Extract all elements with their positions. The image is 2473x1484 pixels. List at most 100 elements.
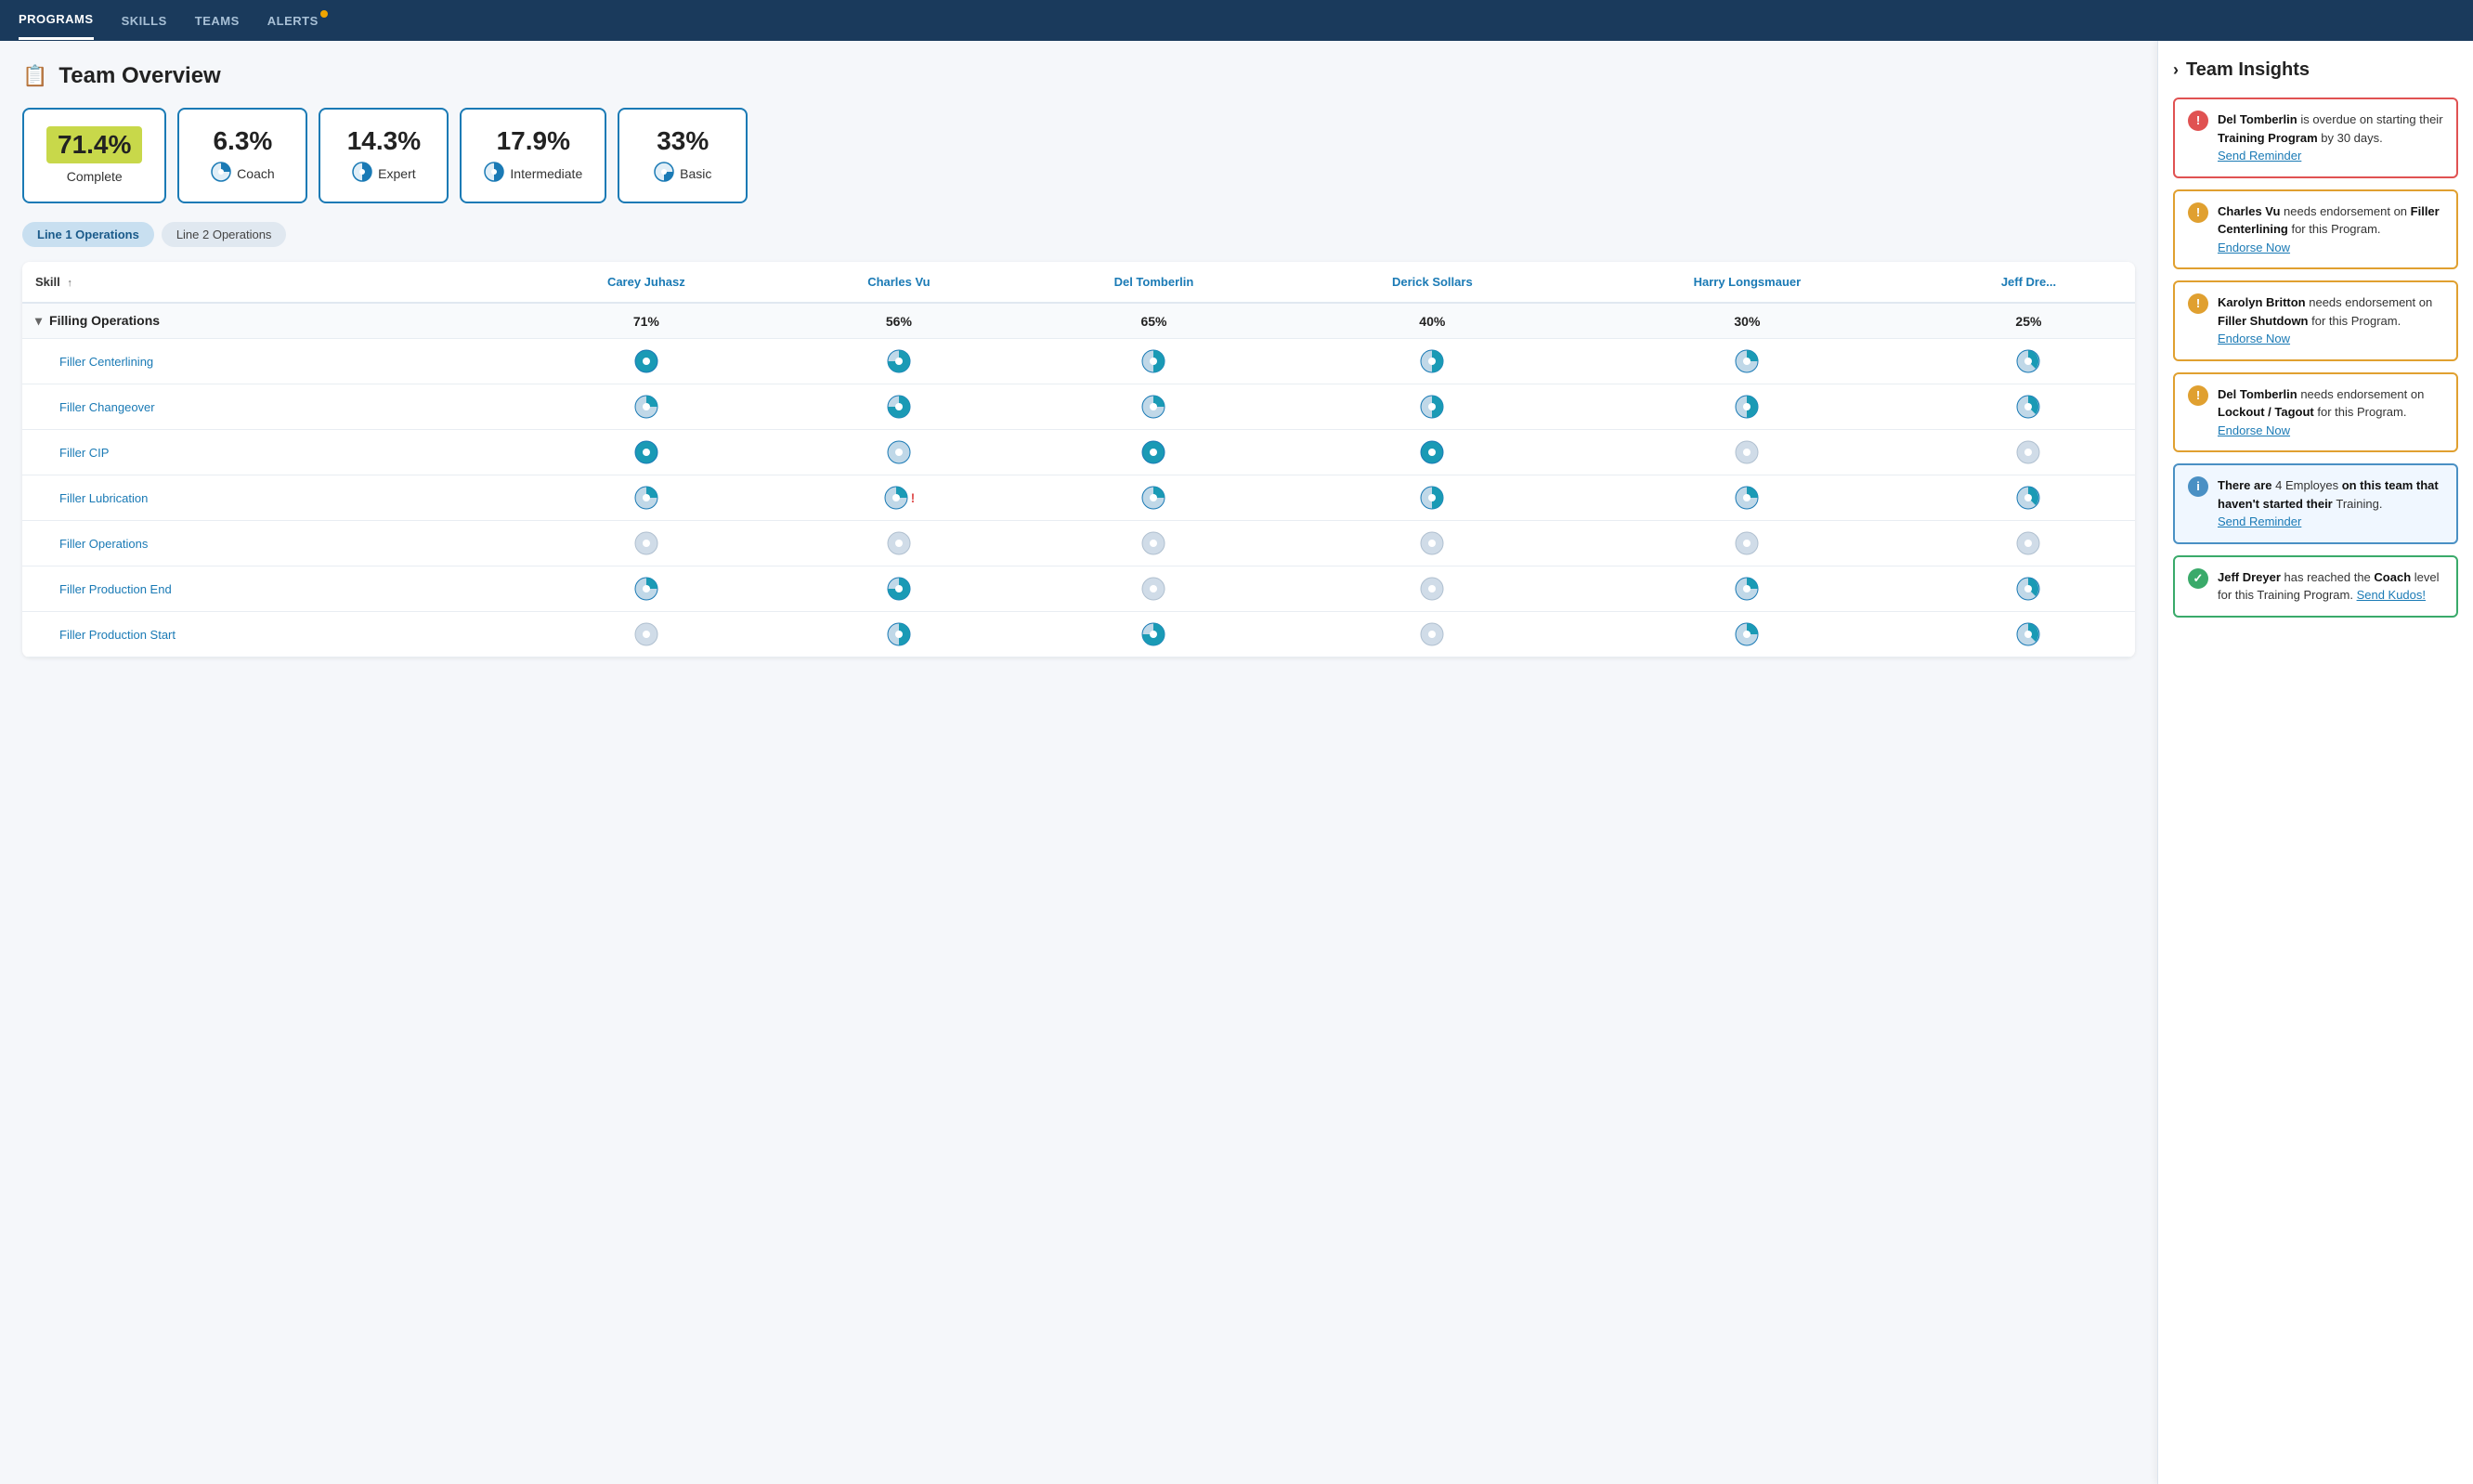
skill-name[interactable]: Filler CIP (59, 446, 109, 460)
skill-name-cell: Filler Operations (22, 521, 510, 566)
skill-cell-0 (510, 612, 783, 657)
insight-text: Jeff Dreyer has reached the Coach level … (2218, 568, 2443, 605)
nav-alerts[interactable]: ALERTS (267, 3, 319, 39)
skill-name-cell: Filler CIP (22, 430, 510, 475)
section-name[interactable]: ▾Filling Operations (22, 303, 510, 339)
skill-name[interactable]: Filler Production Start (59, 628, 176, 642)
insight-text: Charles Vu needs endorsement on Filler C… (2218, 202, 2443, 257)
col-del[interactable]: Del Tomberlin (1015, 262, 1293, 303)
skill-cell-2 (1015, 430, 1293, 475)
metric-label-coach: Coach (237, 166, 274, 181)
nav-teams[interactable]: TEAMS (195, 3, 240, 39)
skill-cell-2 (1015, 521, 1293, 566)
skill-cell-3 (1293, 384, 1572, 430)
table-row: Filler CIP (22, 430, 2135, 475)
insight-link-5[interactable]: Send Kudos! (2357, 588, 2426, 602)
insight-text: There are 4 Employes on this team that h… (2218, 476, 2443, 531)
skill-name[interactable]: Filler Lubrication (59, 491, 148, 505)
skill-cell-0 (510, 521, 783, 566)
insight-text-part: for this Program. (2309, 314, 2401, 328)
insight-text-part: needs endorsement on (2297, 387, 2425, 401)
insight-text: Del Tomberlin is overdue on starting the… (2218, 111, 2443, 165)
insight-text: Del Tomberlin needs endorsement on Locko… (2218, 385, 2443, 440)
skill-cell-5 (1922, 384, 2135, 430)
metric-value-intermediate: 17.9% (497, 126, 570, 156)
table-row: Filler Production Start (22, 612, 2135, 657)
insights-container: ! Del Tomberlin is overdue on starting th… (2173, 98, 2458, 618)
skill-name-cell: Filler Production Start (22, 612, 510, 657)
skill-name[interactable]: Filler Centerlining (59, 355, 153, 369)
col-jeff[interactable]: Jeff Dre... (1922, 262, 2135, 303)
skill-cell-3 (1293, 566, 1572, 612)
alert-dot (320, 10, 328, 18)
metric-value-coach: 6.3% (213, 126, 272, 156)
insight-text-part: has reached the (2281, 570, 2374, 584)
insight-icon: ! (2188, 111, 2208, 131)
insight-subject: Lockout / Tagout (2218, 405, 2314, 419)
insight-text-part: is overdue on starting their (2297, 112, 2443, 126)
insight-person: Del Tomberlin (2218, 387, 2297, 401)
insight-subject: Coach (2374, 570, 2411, 584)
left-content: 📋 Team Overview 71.4% Complete 6.3% (0, 41, 2157, 1484)
skill-cell-4 (1572, 384, 1922, 430)
intermediate-icon (484, 162, 504, 185)
skill-cell-3 (1293, 521, 1572, 566)
skill-name-cell: Filler Lubrication (22, 475, 510, 521)
skill-name-cell: Filler Centerlining (22, 339, 510, 384)
col-derick[interactable]: Derick Sollars (1293, 262, 1572, 303)
skill-cell-2 (1015, 566, 1293, 612)
nav-programs[interactable]: PROGRAMS (19, 1, 94, 40)
skill-name[interactable]: Filler Production End (59, 582, 172, 596)
section-pct-4: 30% (1572, 303, 1922, 339)
skill-column-header[interactable]: Skill ↑ (22, 262, 510, 303)
skill-cell-4 (1572, 339, 1922, 384)
metric-value-expert: 14.3% (347, 126, 421, 156)
col-harry[interactable]: Harry Longsmauer (1572, 262, 1922, 303)
insight-icon: ! (2188, 385, 2208, 406)
metric-value-basic: 33% (657, 126, 709, 156)
metric-cards: 71.4% Complete 6.3% Coach (22, 108, 2135, 203)
col-carey[interactable]: Carey Juhasz (510, 262, 783, 303)
section-pct-3: 40% (1293, 303, 1572, 339)
table-row: Filler Operations (22, 521, 2135, 566)
skill-cell-4 (1572, 430, 1922, 475)
tab-line1[interactable]: Line 1 Operations (22, 222, 154, 247)
section-pct-2: 65% (1015, 303, 1293, 339)
insight-link-1[interactable]: Endorse Now (2218, 241, 2290, 254)
insight-link-0[interactable]: Send Reminder (2218, 149, 2301, 163)
skill-cell-1 (783, 384, 1016, 430)
table-row: Filler Production End (22, 566, 2135, 612)
sort-arrow: ↑ (67, 278, 72, 289)
skill-cell-5 (1922, 339, 2135, 384)
nav-skills[interactable]: SKILLS (122, 3, 167, 39)
section-pct-0: 71% (510, 303, 783, 339)
insight-link-2[interactable]: Endorse Now (2218, 332, 2290, 345)
skill-cell-3 (1293, 339, 1572, 384)
tab-line2[interactable]: Line 2 Operations (162, 222, 287, 247)
sidebar-title: Team Insights (2186, 59, 2310, 81)
insight-link-3[interactable]: Endorse Now (2218, 423, 2290, 437)
sidebar-chevron-icon: › (2173, 60, 2179, 80)
insight-person: Del Tomberlin (2218, 112, 2297, 126)
skill-cell-1 (783, 339, 1016, 384)
right-sidebar: › Team Insights ! Del Tomberlin is overdu… (2157, 41, 2473, 1484)
insight-link-4[interactable]: Send Reminder (2218, 514, 2301, 528)
skill-cell-1 (783, 612, 1016, 657)
skill-name[interactable]: Filler Operations (59, 537, 148, 551)
section-toggle[interactable]: ▾ (35, 313, 42, 328)
col-charles[interactable]: Charles Vu (783, 262, 1016, 303)
metric-label-expert: Expert (378, 166, 415, 181)
insight-icon: ! (2188, 293, 2208, 314)
metric-card-complete: 71.4% Complete (22, 108, 166, 203)
skill-name[interactable]: Filler Changeover (59, 400, 155, 414)
skill-cell-5 (1922, 612, 2135, 657)
skill-cell-2 (1015, 384, 1293, 430)
expert-icon (352, 162, 372, 185)
skill-cell-0 (510, 566, 783, 612)
insight-card-5: ✓Jeff Dreyer has reached the Coach level… (2173, 555, 2458, 618)
metric-card-intermediate: 17.9% Intermediate (460, 108, 606, 203)
metric-label-basic: Basic (680, 166, 711, 181)
skills-grid: Skill ↑ Carey Juhasz Charles Vu Del Tomb… (22, 262, 2135, 657)
insight-person: There are (2218, 478, 2275, 492)
skill-cell-2 (1015, 339, 1293, 384)
